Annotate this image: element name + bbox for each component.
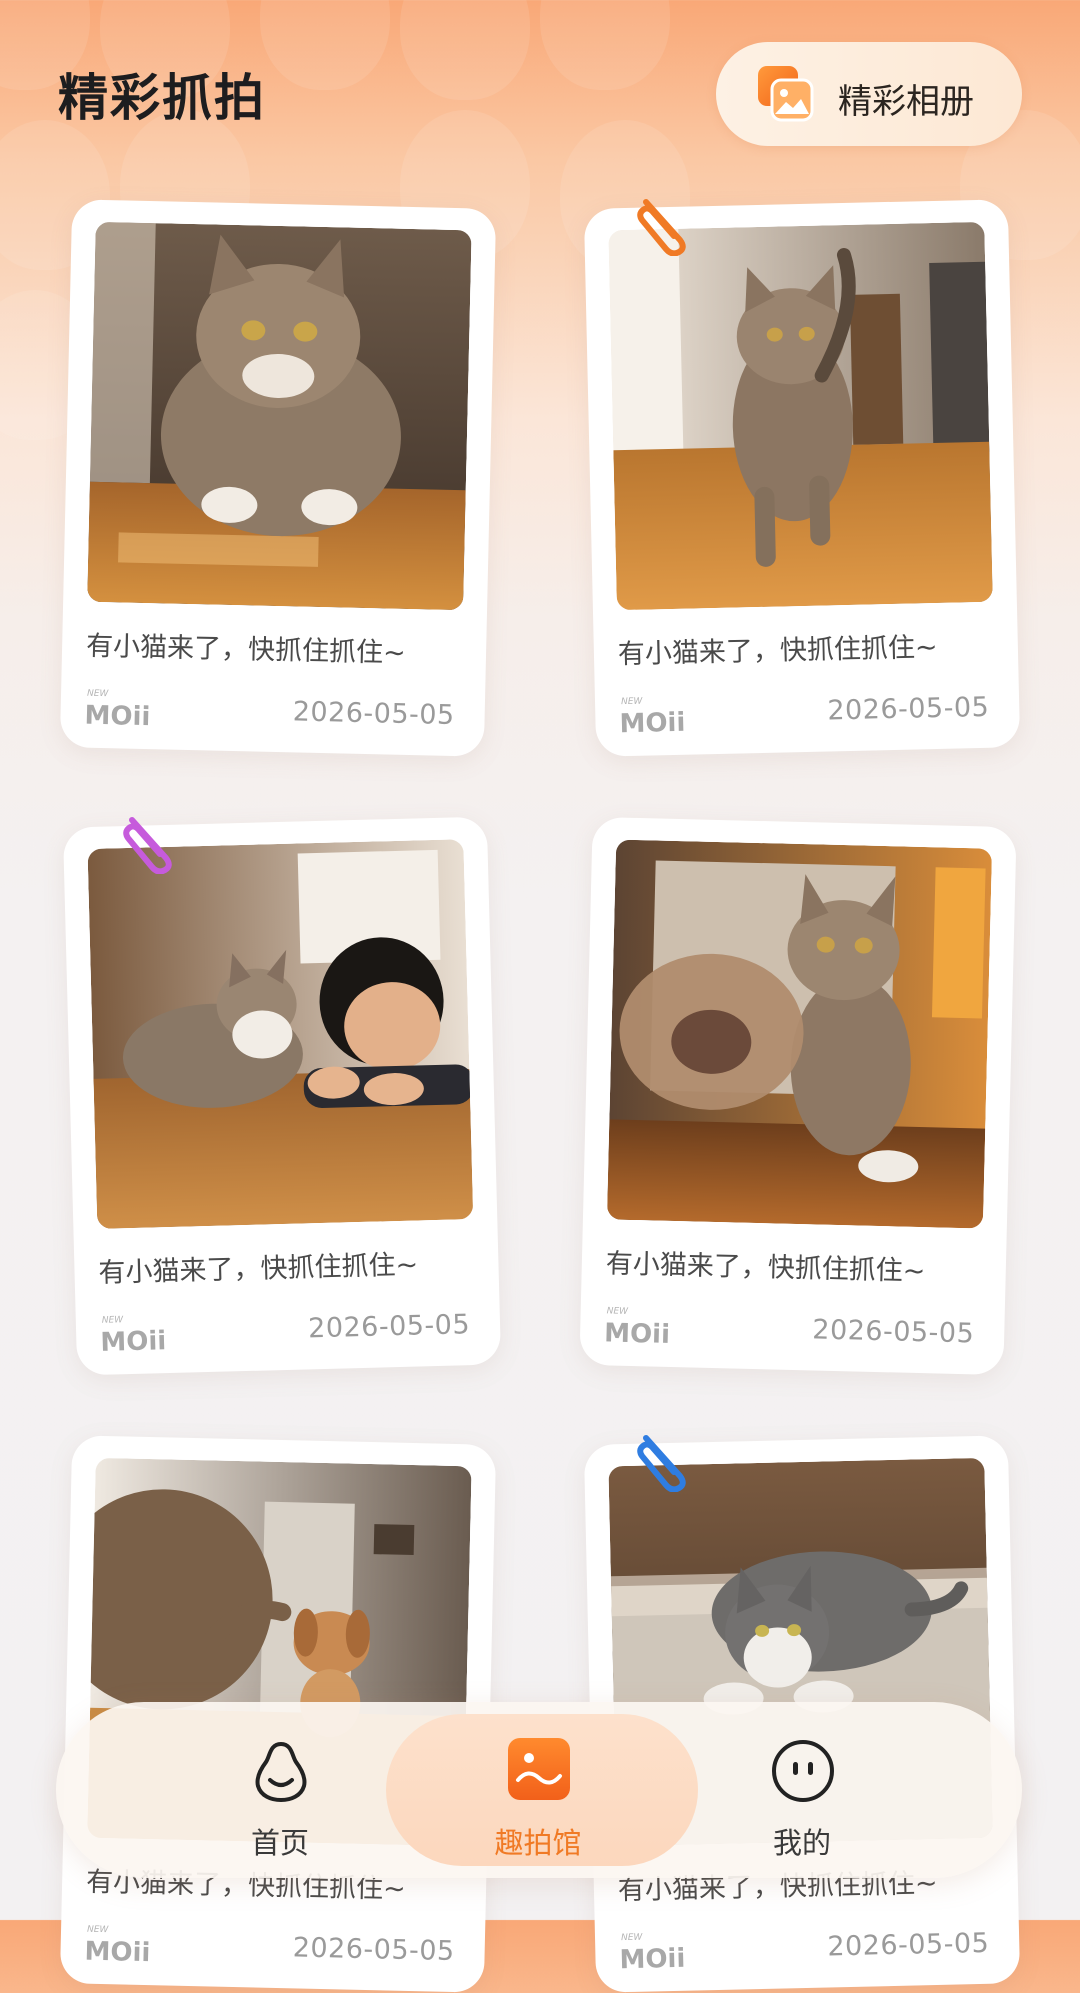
cat-and-child-photo <box>87 839 474 1229</box>
card-date: 2026-05-05 <box>827 691 990 727</box>
paperclip-icon <box>637 199 686 256</box>
moii-logo: NEW MOii <box>619 697 684 740</box>
profile-face-icon <box>772 1740 834 1802</box>
svg-text:NEW: NEW <box>87 689 110 700</box>
photo-card[interactable]: 有小猫来了，快抓住抓住~ NEW MOii 2026-05-05 <box>62 816 502 1376</box>
moii-logo: NEW MOii <box>84 1925 149 1968</box>
tab-gallery-label: 趣拍馆 <box>494 1826 582 1860</box>
gallery-icon <box>508 1738 570 1800</box>
page-title: 精彩抓拍 <box>58 69 266 127</box>
brand-text: MOii <box>619 1944 684 1975</box>
bottom-tab-bar: 首页 趣拍馆 我的 <box>56 1702 1022 1878</box>
svg-text:NEW: NEW <box>621 697 644 708</box>
tab-profile-label: 我的 <box>772 1826 831 1860</box>
moii-logo: NEW MOii <box>619 1933 684 1976</box>
moii-logo: NEW MOii <box>84 689 149 732</box>
tab-home[interactable]: 首页 <box>130 1702 430 1878</box>
svg-text:NEW: NEW <box>102 1315 125 1326</box>
brand-text: MOii <box>619 708 684 739</box>
svg-text:NEW: NEW <box>607 1306 630 1317</box>
paperclip-icon <box>637 1435 686 1492</box>
card-date: 2026-05-05 <box>811 1314 975 1350</box>
card-date: 2026-05-05 <box>292 1932 456 1968</box>
photo-card[interactable]: 有小猫来了，快抓住抓住~ NEW MOii 2026-05-05 <box>579 816 1017 1376</box>
paperclip-icon <box>123 817 172 874</box>
tab-home-label: 首页 <box>250 1826 309 1860</box>
brand-text: MOii <box>604 1318 669 1350</box>
brand-text: MOii <box>84 701 149 732</box>
svg-text:NEW: NEW <box>621 1933 644 1944</box>
tab-gallery[interactable]: 趣拍馆 <box>386 1702 698 1878</box>
svg-text:NEW: NEW <box>87 1925 110 1936</box>
album-button-label: 精彩相册 <box>838 82 974 122</box>
cat-walking-photo <box>608 221 993 611</box>
card-caption: 有小猫来了，快抓住抓住~ <box>85 630 407 669</box>
brand-text: MOii <box>100 1326 165 1358</box>
card-date: 2026-05-05 <box>292 696 456 732</box>
tab-profile[interactable]: 我的 <box>652 1702 952 1878</box>
photo-card[interactable]: 有小猫来了，快抓住抓住~ NEW MOii 2026-05-05 <box>583 199 1021 757</box>
photo-card[interactable]: 有小猫来了，快抓住抓住~ NEW MOii 2026-05-05 <box>59 199 497 757</box>
cat-paw-photo <box>606 839 993 1229</box>
card-caption: 有小猫来了，快抓住抓住~ <box>98 1249 419 1289</box>
album-button[interactable]: 精彩相册 <box>716 42 1022 146</box>
cat-approaching-photo <box>87 221 472 611</box>
card-caption: 有小猫来了，快抓住抓住~ <box>617 631 938 671</box>
home-face-icon <box>255 1742 307 1802</box>
album-icon <box>758 66 814 122</box>
brand-text: MOii <box>84 1937 149 1968</box>
card-caption: 有小猫来了，快抓住抓住~ <box>605 1248 926 1288</box>
card-date: 2026-05-05 <box>307 1309 471 1345</box>
moii-logo: NEW MOii <box>604 1306 669 1350</box>
card-date: 2026-05-05 <box>827 1927 990 1963</box>
moii-logo: NEW MOii <box>100 1315 165 1358</box>
